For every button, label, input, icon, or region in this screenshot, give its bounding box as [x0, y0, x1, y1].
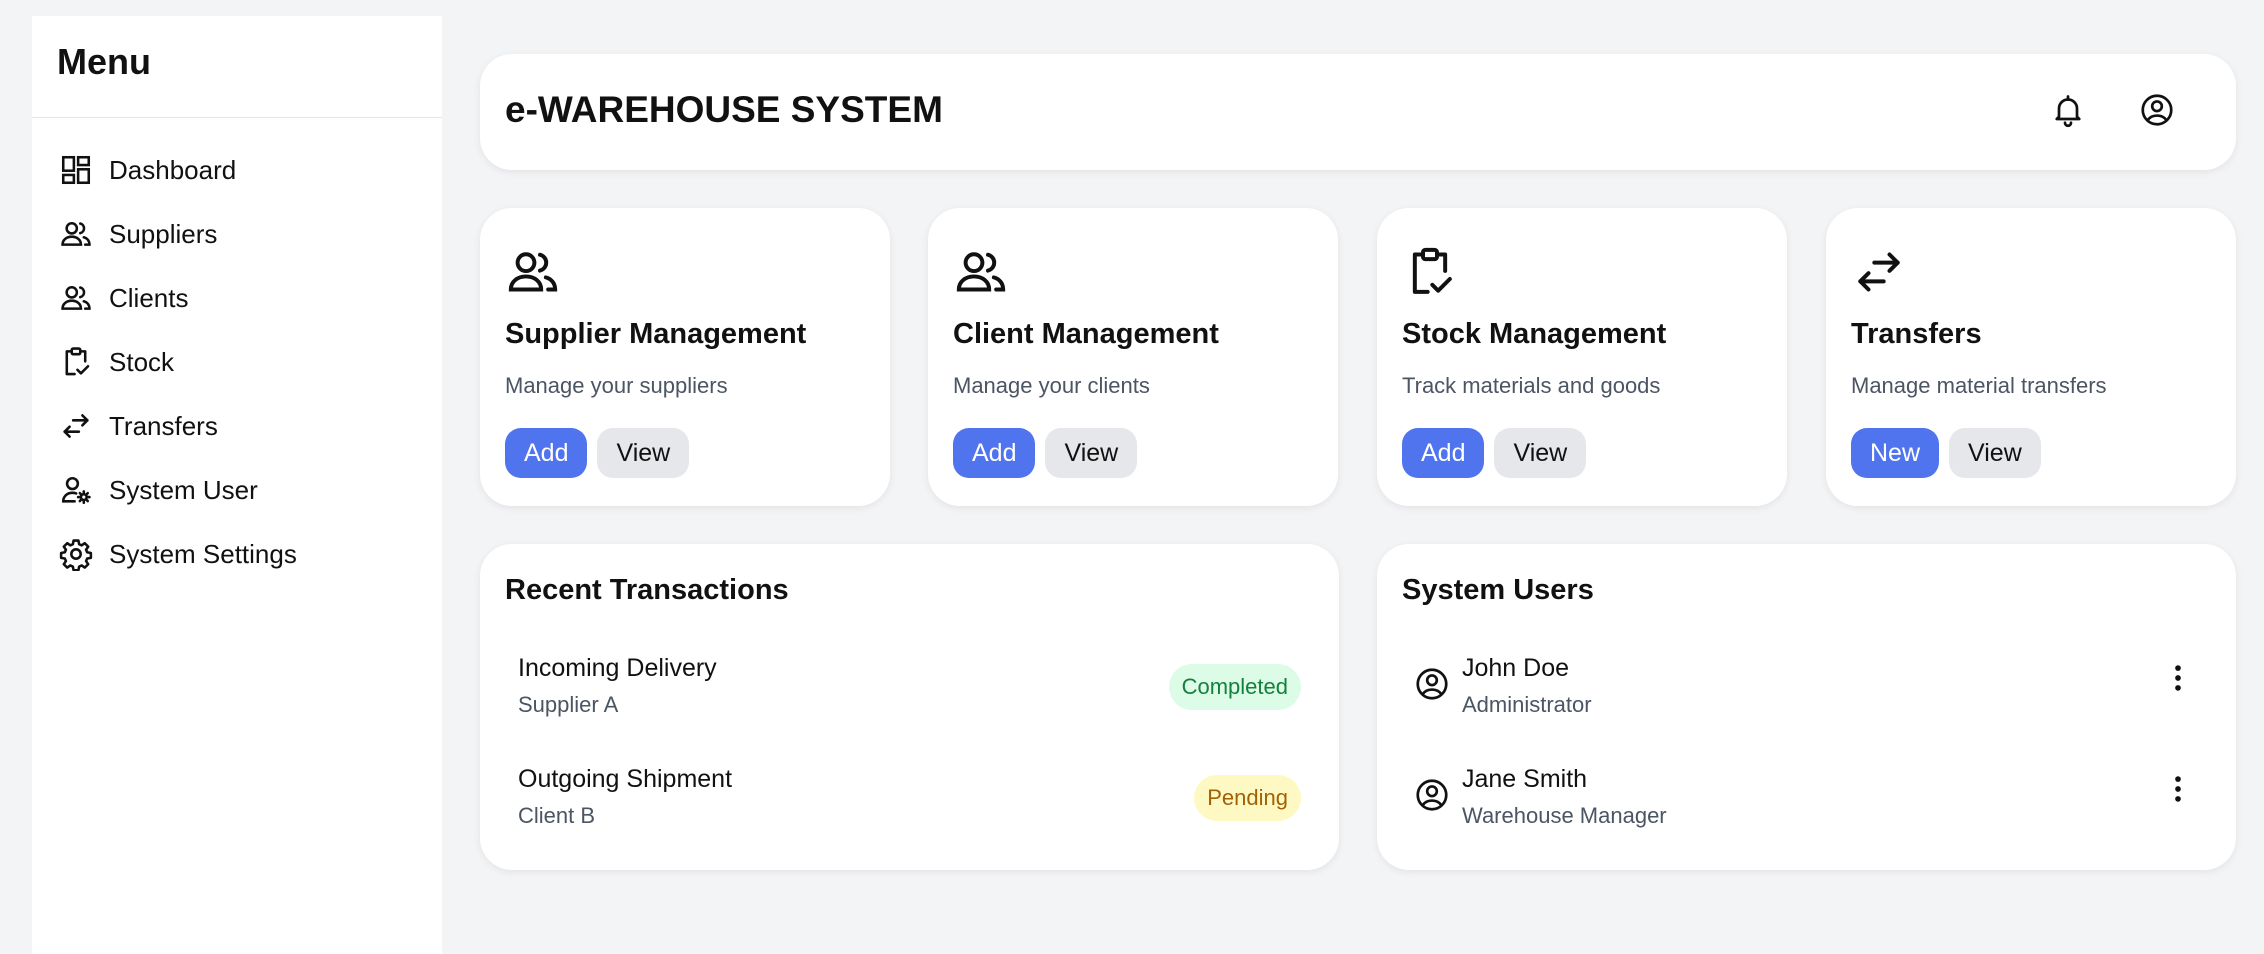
system-users-panel: System Users John Doe Administrator Jane… — [1377, 544, 2236, 870]
card-actions: New View — [1851, 428, 2041, 478]
new-transfer-button[interactable]: New — [1851, 428, 1940, 478]
account-circle-icon — [2139, 92, 2175, 133]
card-actions: Add View — [1402, 428, 1587, 478]
sidebar-item-clients[interactable]: Clients — [32, 266, 442, 330]
swap-arrows-icon — [1851, 244, 1907, 300]
transaction-party: Supplier A — [518, 692, 619, 717]
app-title: e-WAREHOUSE SYSTEM — [505, 89, 943, 130]
sidebar-item-label: Suppliers — [109, 218, 218, 249]
user-name: Jane Smith — [1462, 765, 1588, 793]
sidebar-item-transfers[interactable]: Transfers — [32, 394, 442, 458]
view-clients-button[interactable]: View — [1045, 428, 1138, 478]
card-title: Client Management — [953, 318, 1219, 350]
user-row: Jane Smith Warehouse Manager — [1402, 755, 2196, 835]
add-stock-button[interactable]: Add — [1402, 428, 1485, 478]
bell-icon — [2050, 92, 2086, 133]
sidebar-item-dashboard[interactable]: Dashboard — [32, 138, 442, 202]
clipboard-check-icon — [58, 344, 94, 380]
sidebar-item-label: Dashboard — [109, 154, 237, 185]
user-name: John Doe — [1462, 654, 1570, 682]
card-title: Stock Management — [1402, 318, 1667, 350]
sidebar-item-stock[interactable]: Stock — [32, 330, 442, 394]
gear-icon — [58, 536, 94, 572]
card-actions: Add View — [505, 428, 690, 478]
people-icon — [58, 280, 94, 316]
top-header: e-WAREHOUSE SYSTEM — [480, 54, 2236, 170]
sidebar-nav: Dashboard Suppliers Clients Stock Transf… — [32, 118, 442, 586]
account-circle-icon — [1414, 666, 1450, 702]
more-vertical-icon — [2161, 772, 2195, 811]
card-description: Manage material transfers — [1851, 373, 2107, 398]
sidebar-item-label: Transfers — [109, 410, 218, 441]
app-root: Menu Dashboard Suppliers Clients Stock T… — [0, 0, 2264, 954]
stock-management-card: Stock Management Track materials and goo… — [1377, 208, 1787, 506]
card-description: Track materials and goods — [1402, 373, 1661, 398]
view-suppliers-button[interactable]: View — [597, 428, 690, 478]
people-icon — [505, 244, 561, 300]
people-icon — [58, 216, 94, 252]
sidebar-title: Menu — [57, 41, 151, 82]
more-vertical-icon — [2161, 661, 2195, 700]
clipboard-check-icon — [1402, 244, 1458, 300]
user-role: Warehouse Manager — [1462, 803, 1667, 828]
status-badge: Pending — [1194, 775, 1301, 821]
sidebar-item-label: System Settings — [109, 538, 297, 569]
sidebar-item-system-settings[interactable]: System Settings — [32, 522, 442, 586]
transaction-title: Outgoing Shipment — [518, 765, 733, 793]
user-row: John Doe Administrator — [1402, 644, 2196, 724]
account-button[interactable] — [2135, 90, 2179, 134]
transaction-row[interactable]: Incoming Delivery Supplier A Completed — [493, 644, 1301, 724]
client-management-card: Client Management Manage your clients Ad… — [928, 208, 1338, 506]
user-role: Administrator — [1462, 692, 1592, 717]
card-description: Manage your clients — [953, 373, 1150, 398]
sidebar-item-label: System User — [109, 474, 258, 505]
transaction-title: Incoming Delivery — [518, 654, 717, 682]
add-client-button[interactable]: Add — [953, 428, 1036, 478]
user-menu-button[interactable] — [2160, 662, 2196, 698]
transfers-card: Transfers Manage material transfers New … — [1826, 208, 2236, 506]
swap-arrows-icon — [58, 408, 94, 444]
card-actions: Add View — [953, 428, 1138, 478]
add-supplier-button[interactable]: Add — [505, 428, 588, 478]
card-title: Supplier Management — [505, 318, 807, 350]
card-title: Transfers — [1851, 318, 1982, 350]
view-stock-button[interactable]: View — [1494, 428, 1587, 478]
dashboard-icon — [58, 152, 94, 188]
status-badge: Completed — [1168, 664, 1301, 710]
user-gear-icon — [58, 472, 94, 508]
view-transfers-button[interactable]: View — [1949, 428, 2041, 478]
sidebar-header: Menu — [32, 16, 442, 118]
supplier-management-card: Supplier Management Manage your supplier… — [480, 208, 890, 506]
user-menu-button[interactable] — [2160, 773, 2196, 809]
transaction-row[interactable]: Outgoing Shipment Client B Pending — [493, 755, 1301, 835]
sidebar-item-system-user[interactable]: System User — [32, 458, 442, 522]
notifications-button[interactable] — [2046, 90, 2090, 134]
sidebar-item-label: Clients — [109, 282, 189, 313]
account-circle-icon — [1414, 777, 1450, 813]
sidebar: Menu Dashboard Suppliers Clients Stock T… — [32, 16, 442, 954]
people-icon — [953, 244, 1009, 300]
recent-transactions-panel: Recent Transactions Incoming Delivery Su… — [480, 544, 1339, 870]
card-description: Manage your suppliers — [505, 373, 728, 398]
transaction-party: Client B — [518, 803, 596, 828]
panel-title: System Users — [1402, 574, 1594, 606]
sidebar-item-suppliers[interactable]: Suppliers — [32, 202, 442, 266]
sidebar-item-label: Stock — [109, 346, 175, 377]
panel-title: Recent Transactions — [505, 574, 789, 606]
